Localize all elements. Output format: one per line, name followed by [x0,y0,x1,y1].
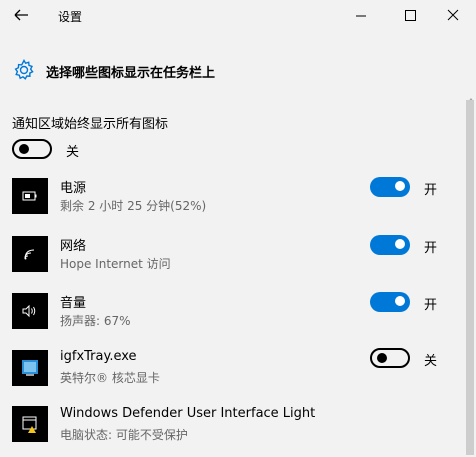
igfxtray-subtitle: 英特尔® 核芯显卡 [60,371,160,385]
gear-icon [14,59,34,80]
toggle-knob [377,353,387,363]
speaker-icon [12,293,48,329]
intel-graphics-icon [12,350,48,386]
power-title: 电源 [60,181,87,196]
toggle-knob [19,144,29,154]
wifi-icon [12,236,48,272]
igfxtray-toggle[interactable] [370,348,410,368]
window-title: 设置 [58,10,83,24]
always-show-toggle[interactable] [12,139,52,159]
toggle-knob [395,181,405,191]
network-state: 开 [424,241,438,256]
network-subtitle: Hope Internet 访问 [60,257,171,271]
defender-subtitle: 电脑状态: 可能不受保护 [60,428,188,442]
back-arrow-icon [14,9,28,21]
back-button[interactable] [10,5,34,25]
maximize-button[interactable] [388,0,434,31]
network-title: 网络 [60,239,87,254]
close-button[interactable] [430,0,476,31]
minimize-button[interactable] [338,0,384,31]
always-show-label: 通知区域始终显示所有图标 [12,117,169,132]
volume-subtitle: 扬声器: 67% [60,314,131,328]
scroll-up-button[interactable] [466,90,476,102]
volume-state: 开 [424,298,438,313]
battery-icon [12,178,48,214]
toggle-knob [395,296,405,306]
maximize-icon [405,10,416,21]
toggle-knob [395,239,405,249]
always-show-state: 关 [66,145,80,160]
scrollbar-thumb[interactable] [466,100,474,455]
volume-title: 音量 [60,296,87,311]
igfxtray-state: 关 [424,354,438,369]
title-bar: 设置 [0,0,476,31]
network-toggle[interactable] [370,235,410,255]
power-toggle[interactable] [370,177,410,197]
power-subtitle: 剩余 2 小时 25 分钟(52%) [60,199,207,213]
page-title: 选择哪些图标显示在任务栏上 [46,66,216,81]
close-icon [447,9,459,21]
power-state: 开 [424,183,438,198]
defender-icon [12,406,48,442]
volume-toggle[interactable] [370,292,410,312]
igfxtray-title: igfxTray.exe [60,349,137,364]
defender-title: Windows Defender User Interface Light [60,406,316,421]
minimize-icon [356,15,366,17]
